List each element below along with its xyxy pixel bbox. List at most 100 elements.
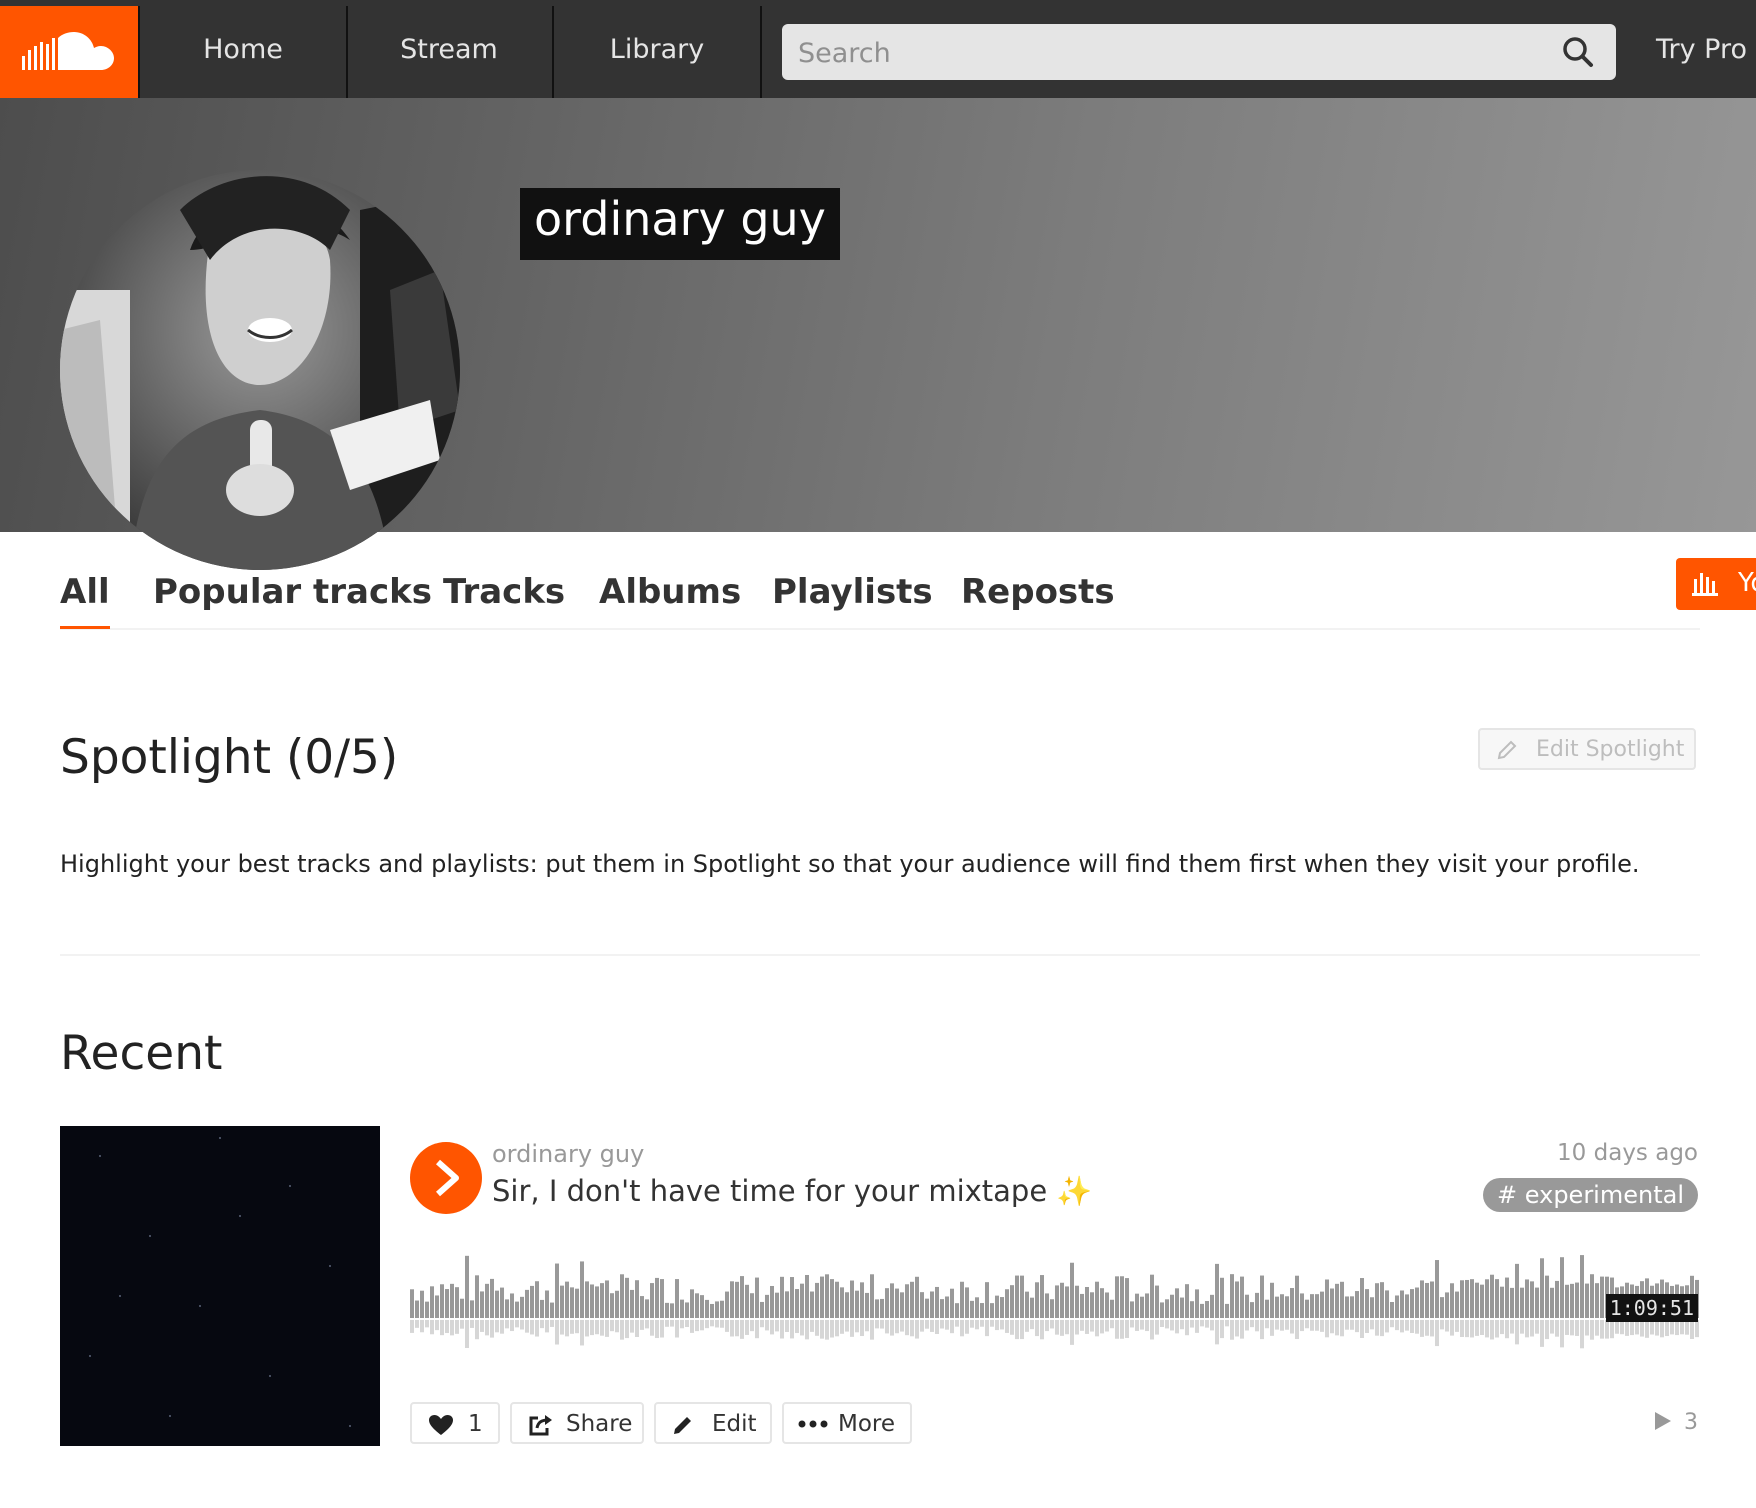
tab-tracks[interactable]: Tracks <box>443 572 565 626</box>
waveform-bar <box>920 1292 924 1318</box>
waveform-reflection-bar <box>945 1320 949 1330</box>
track-user[interactable]: ordinary guy <box>492 1140 644 1168</box>
track-duration: 1:09:51 <box>1605 1294 1698 1322</box>
waveform-bar <box>1330 1288 1334 1318</box>
waveform-bar <box>680 1299 684 1318</box>
edit-icon <box>674 1417 691 1434</box>
waveform-reflection-bar <box>1025 1320 1029 1332</box>
waveform-bar <box>1035 1282 1039 1318</box>
waveform-reflection-bar <box>1415 1320 1419 1334</box>
waveform-bar <box>1585 1283 1589 1318</box>
waveform-bar <box>1090 1292 1094 1318</box>
tab-reposts[interactable]: Reposts <box>961 572 1115 626</box>
waveform-bar <box>540 1299 544 1318</box>
waveform-bar <box>1120 1276 1124 1318</box>
search-icon[interactable] <box>1562 36 1594 68</box>
waveform-bar <box>1355 1291 1359 1318</box>
waveform-bar <box>660 1279 664 1318</box>
try-pro-link[interactable]: Try Pro <box>1656 6 1747 98</box>
waveform-reflection-bar <box>1325 1320 1329 1338</box>
heart-icon <box>429 1415 453 1435</box>
nav-tab-stream[interactable]: Stream <box>346 6 554 98</box>
waveform-reflection-bar <box>1535 1320 1539 1334</box>
waveform-reflection-bar <box>1365 1320 1369 1334</box>
waveform-bar <box>1055 1285 1059 1318</box>
waveform-reflection-bar <box>490 1320 494 1338</box>
waveform-bar <box>1110 1299 1114 1318</box>
waveform-bar <box>1015 1275 1019 1318</box>
waveform-reflection-bar <box>970 1320 974 1328</box>
waveform-reflection-bar <box>815 1320 819 1336</box>
waveform-reflection-bar <box>1395 1320 1399 1331</box>
waveform-bar <box>1460 1280 1464 1318</box>
waveform-reflection-bar <box>735 1320 739 1337</box>
edit-spotlight-button[interactable]: Edit Spotlight <box>1478 728 1696 770</box>
waveform-reflection-bar <box>825 1320 829 1340</box>
waveform-bar <box>1425 1282 1429 1318</box>
track-title[interactable]: Sir, I don't have time for your mixtape <box>492 1174 1047 1208</box>
waveform-reflection-bar <box>1200 1320 1204 1327</box>
nav-tab-library[interactable]: Library <box>554 6 762 98</box>
edit-button[interactable]: Edit <box>654 1402 772 1444</box>
share-label: Share <box>566 1411 633 1437</box>
waveform-reflection-bar <box>740 1320 744 1339</box>
waveform-bar <box>815 1282 819 1318</box>
waveform-reflection-bar <box>1480 1320 1484 1336</box>
waveform-reflection-bar <box>1350 1320 1354 1330</box>
waveform-bar <box>1225 1303 1229 1318</box>
waveform-bar <box>710 1303 714 1318</box>
waveform-bar <box>1150 1274 1154 1318</box>
waveform-reflection-bar <box>1195 1320 1199 1333</box>
waveform-bar <box>1065 1286 1069 1318</box>
waveform-reflection-bar <box>1660 1320 1664 1338</box>
waveform-bar <box>1255 1292 1259 1318</box>
waveform-bar <box>1430 1281 1434 1318</box>
waveform-reflection-bar <box>1655 1320 1659 1336</box>
waveform-bar <box>855 1290 859 1318</box>
waveform-reflection-bar <box>1040 1320 1044 1340</box>
tab-all[interactable]: All <box>60 572 110 629</box>
waveform-reflection-bar <box>1085 1320 1089 1334</box>
waveform-reflection-bar <box>1210 1320 1214 1331</box>
waveform-bar <box>1170 1294 1174 1318</box>
tab-playlists[interactable]: Playlists <box>772 572 933 626</box>
share-button[interactable]: Share <box>510 1402 644 1444</box>
search-input[interactable] <box>796 24 1560 82</box>
waveform[interactable] <box>410 1244 1700 1354</box>
waveform-bar <box>465 1255 469 1318</box>
tab-albums[interactable]: Albums <box>599 572 741 626</box>
waveform-reflection-bar <box>1545 1320 1549 1340</box>
avatar[interactable] <box>60 170 460 570</box>
play-button[interactable] <box>410 1142 482 1214</box>
waveform-reflection-bar <box>1145 1320 1149 1332</box>
like-button[interactable]: 1 <box>410 1402 500 1444</box>
waveform-reflection-bar <box>520 1320 524 1330</box>
waveform-bar <box>865 1292 869 1318</box>
more-button[interactable]: More <box>782 1402 912 1444</box>
insights-button[interactable]: Yo <box>1676 558 1756 610</box>
waveform-reflection-bar <box>1570 1320 1574 1336</box>
waveform-bar <box>500 1287 504 1318</box>
waveform-bar <box>1200 1303 1204 1318</box>
waveform-reflection-bar <box>450 1320 454 1336</box>
waveform-reflection-bar <box>1695 1320 1699 1338</box>
nav-tab-home[interactable]: Home <box>138 6 348 98</box>
waveform-reflection-bar <box>1620 1320 1624 1335</box>
waveform-reflection-bar <box>810 1320 814 1332</box>
waveform-bar <box>610 1293 614 1318</box>
waveform-bar <box>1235 1281 1239 1318</box>
genre-tag[interactable]: # experimental <box>1483 1178 1698 1212</box>
waveform-bar <box>1180 1297 1184 1318</box>
waveform-reflection-bar <box>1235 1320 1239 1337</box>
waveform-reflection-bar <box>925 1320 929 1329</box>
waveform-bar <box>505 1299 509 1318</box>
soundcloud-logo-icon <box>22 32 114 70</box>
waveform-reflection-bar <box>1300 1320 1304 1332</box>
soundcloud-logo[interactable] <box>0 6 138 98</box>
waveform-bar <box>1100 1288 1104 1318</box>
like-count: 1 <box>468 1411 483 1437</box>
tab-popular-tracks[interactable]: Popular tracks <box>153 572 432 626</box>
waveform-bar <box>1290 1288 1294 1318</box>
track-artwork[interactable] <box>60 1126 380 1446</box>
waveform-bar <box>1025 1291 1029 1318</box>
